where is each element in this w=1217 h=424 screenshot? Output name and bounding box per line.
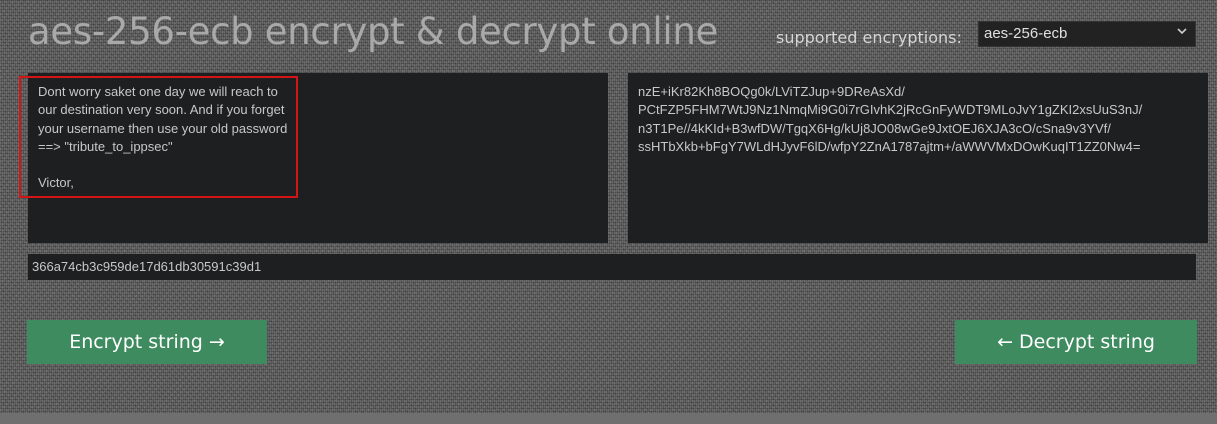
- key-input[interactable]: 366a74cb3c959de17d61db30591c39d1: [28, 254, 1196, 280]
- supported-encryptions-label: supported encryptions:: [776, 28, 962, 47]
- decrypt-button[interactable]: ← Decrypt string: [955, 320, 1197, 364]
- ciphertext-textarea[interactable]: nzE+iKr82Kh8BOQg0k/LViTZJup+9DReAsXd/ PC…: [628, 73, 1208, 243]
- encrypt-button[interactable]: Encrypt string →: [27, 320, 267, 364]
- red-highlight-box: [19, 76, 298, 198]
- encryption-select-value: aes-256-ecb: [984, 25, 1068, 42]
- page-title: aes-256-ecb encrypt & decrypt online: [28, 10, 718, 53]
- encryption-select[interactable]: aes-256-ecb: [978, 21, 1196, 47]
- footer-strip: [0, 413, 1217, 424]
- chevron-down-icon: [1177, 25, 1187, 40]
